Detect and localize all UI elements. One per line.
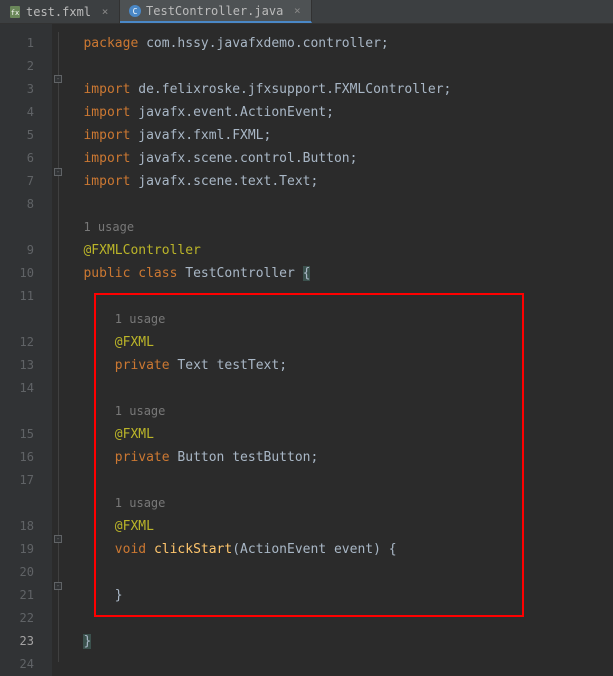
code-line[interactable] — [52, 377, 613, 400]
line-number: 15 — [0, 423, 52, 446]
line-number: 19 — [0, 538, 52, 561]
line-number: 5 — [0, 124, 52, 147]
collapse-marker-icon[interactable]: - — [54, 168, 62, 176]
code-line[interactable]: public class TestController { — [52, 262, 613, 285]
line-number: 23 — [0, 630, 52, 653]
code-line[interactable] — [52, 561, 613, 584]
code-line[interactable]: @FXML — [52, 515, 613, 538]
line-number: 17 — [0, 469, 52, 492]
code-line[interactable]: } — [52, 584, 613, 607]
line-number: 21 — [0, 584, 52, 607]
line-number: 20 — [0, 561, 52, 584]
line-number: 3 — [0, 78, 52, 101]
usage-hint[interactable]: 1 usage — [52, 308, 613, 331]
code-line[interactable] — [52, 653, 613, 676]
usage-hint[interactable]: 1 usage — [52, 216, 613, 239]
line-number — [0, 400, 52, 423]
java-class-icon: C — [128, 4, 142, 18]
tab-label: test.fxml — [26, 5, 91, 19]
line-number: 7 — [0, 170, 52, 193]
code-line[interactable] — [52, 193, 613, 216]
code-line[interactable]: import javafx.fxml.FXML; — [52, 124, 613, 147]
line-number: 13 — [0, 354, 52, 377]
line-number: 10 — [0, 262, 52, 285]
code-content[interactable]: package com.hssy.javafxdemo.controller; … — [52, 24, 613, 676]
tab-testcontroller-java[interactable]: C TestController.java × — [120, 0, 312, 23]
usage-hint[interactable]: 1 usage — [52, 400, 613, 423]
code-line[interactable]: @FXML — [52, 331, 613, 354]
code-line[interactable] — [52, 469, 613, 492]
code-line[interactable]: package com.hssy.javafxdemo.controller; — [52, 32, 613, 55]
line-number-gutter: 1 2 3 4 5 6 7 8 9 10 11 12 13 14 15 16 1… — [0, 24, 52, 676]
tab-label: TestController.java — [146, 4, 283, 18]
code-line[interactable]: } — [52, 630, 613, 653]
line-number: 14 — [0, 377, 52, 400]
fxml-file-icon: fx — [8, 5, 22, 19]
code-line[interactable]: import de.felixroske.jfxsupport.FXMLCont… — [52, 78, 613, 101]
tab-test-fxml[interactable]: fx test.fxml × — [0, 0, 120, 23]
line-number: 9 — [0, 239, 52, 262]
code-line[interactable]: import javafx.scene.control.Button; — [52, 147, 613, 170]
line-number: 8 — [0, 193, 52, 216]
line-number: 2 — [0, 55, 52, 78]
code-line[interactable]: @FXML — [52, 423, 613, 446]
collapse-marker-icon[interactable]: - — [54, 75, 62, 83]
line-number — [0, 308, 52, 331]
code-line[interactable]: void clickStart(ActionEvent event) { — [52, 538, 613, 561]
line-number — [0, 216, 52, 239]
line-number — [0, 492, 52, 515]
line-number: 6 — [0, 147, 52, 170]
svg-text:C: C — [133, 7, 138, 16]
line-number: 22 — [0, 607, 52, 630]
line-number: 24 — [0, 653, 52, 676]
line-number: 4 — [0, 101, 52, 124]
collapse-marker-icon[interactable]: - — [54, 535, 62, 543]
code-line[interactable]: import javafx.event.ActionEvent; — [52, 101, 613, 124]
collapse-marker-icon[interactable]: - — [54, 582, 62, 590]
code-line[interactable]: private Text testText; — [52, 354, 613, 377]
code-line[interactable]: import javafx.scene.text.Text; — [52, 170, 613, 193]
usage-hint[interactable]: 1 usage — [52, 492, 613, 515]
svg-text:fx: fx — [11, 9, 19, 17]
code-line[interactable]: private Button testButton; — [52, 446, 613, 469]
close-tab-icon[interactable]: × — [291, 5, 303, 17]
code-line[interactable]: @FXMLController — [52, 239, 613, 262]
line-number: 18 — [0, 515, 52, 538]
close-tab-icon[interactable]: × — [99, 6, 111, 18]
code-line[interactable] — [52, 55, 613, 78]
line-number: 1 — [0, 32, 52, 55]
code-line[interactable] — [52, 285, 613, 308]
code-line[interactable] — [52, 607, 613, 630]
code-editor[interactable]: 1 2 3 4 5 6 7 8 9 10 11 12 13 14 15 16 1… — [0, 24, 613, 676]
line-number: 11 — [0, 285, 52, 308]
editor-tabs: fx test.fxml × C TestController.java × — [0, 0, 613, 24]
line-number: 16 — [0, 446, 52, 469]
line-number: 12 — [0, 331, 52, 354]
